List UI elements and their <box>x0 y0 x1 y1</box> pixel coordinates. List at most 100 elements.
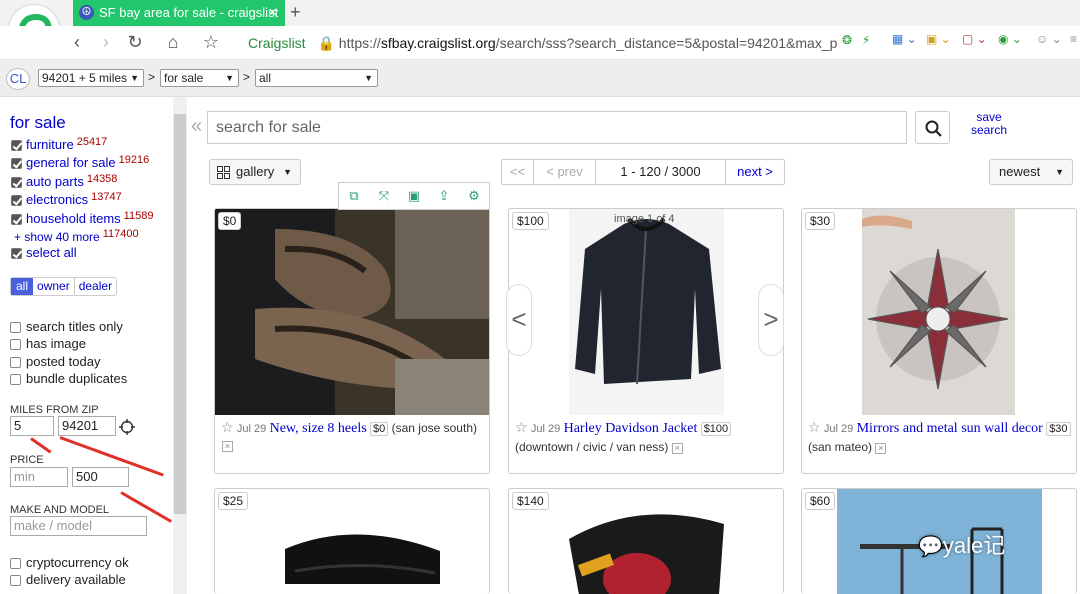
save-image-icon[interactable]: ▣ <box>406 188 422 204</box>
next-image-button[interactable]: > <box>758 284 784 356</box>
checkbox[interactable] <box>10 374 21 386</box>
option-delivery[interactable]: delivery available <box>10 572 126 587</box>
share-icon[interactable]: ⇪ <box>436 188 452 204</box>
expand-icon[interactable]: ⤧ <box>376 188 392 204</box>
hide-listing-icon[interactable]: × <box>875 443 887 454</box>
collapse-sidebar-icon[interactable]: « <box>191 115 202 138</box>
option-crypto[interactable]: cryptocurrency ok <box>10 555 129 570</box>
search-input[interactable]: search for sale <box>207 111 907 144</box>
show-more-link[interactable]: + show 40 more 117400 <box>14 228 139 244</box>
extension-icon[interactable]: ❂ <box>842 33 852 47</box>
home-icon[interactable]: ⌂ <box>162 32 184 53</box>
prev-page-button[interactable]: < prev <box>534 160 596 184</box>
listing-title[interactable]: Harley Davidson Jacket <box>564 421 698 436</box>
translate-icon[interactable]: ▢ ⌄ <box>962 32 987 46</box>
copy-icon[interactable]: ⧉ <box>346 188 362 204</box>
category-household[interactable]: household items 11589 <box>11 210 153 226</box>
next-page-button[interactable]: next > <box>726 160 784 184</box>
extension-icon[interactable]: ▣ ⌄ <box>926 32 951 46</box>
checkbox-checked[interactable] <box>11 177 22 189</box>
subcategory-select[interactable]: all ▼ <box>255 69 378 87</box>
checkbox-checked[interactable] <box>11 248 22 260</box>
checkbox[interactable] <box>10 357 21 369</box>
option-search-titles[interactable]: search titles only <box>10 319 123 334</box>
settings-gear-icon[interactable]: ⚙ <box>466 188 482 204</box>
shield-icon[interactable]: ◉ ⌄ <box>998 32 1022 46</box>
option-posted-today[interactable]: posted today <box>10 354 100 369</box>
hide-listing-icon[interactable]: × <box>222 441 233 452</box>
checkbox[interactable] <box>10 339 21 351</box>
category-auto-parts[interactable]: auto parts 14358 <box>11 173 117 189</box>
sidebar-heading[interactable]: for sale <box>10 113 66 133</box>
emoji-icon[interactable]: ☺ ⌄ <box>1036 32 1062 46</box>
listing-title[interactable]: New, size 8 heels <box>270 421 367 436</box>
prev-image-button[interactable]: < <box>506 284 532 356</box>
listing-card[interactable]: $25 <box>214 488 490 594</box>
miles-input[interactable]: 5 <box>10 416 54 436</box>
option-bundle-duplicates[interactable]: bundle duplicates <box>10 371 127 386</box>
seller-tab-owner[interactable]: owner <box>33 278 75 295</box>
cl-home-button[interactable]: CL <box>6 68 30 90</box>
seller-tab-all[interactable]: all <box>11 278 34 295</box>
save-search-link[interactable]: save search <box>965 111 1013 137</box>
option-has-image[interactable]: has image <box>10 336 86 351</box>
hide-listing-icon[interactable]: × <box>671 443 683 454</box>
listing-card[interactable]: $100 image 1 of 4 ☆ Jul 29 Harley Davids… <box>508 208 784 474</box>
search-button[interactable] <box>915 111 950 144</box>
checkbox[interactable] <box>10 575 21 587</box>
listing-image-jacket[interactable] <box>509 209 784 415</box>
checkbox-checked[interactable] <box>11 195 22 207</box>
listing-card[interactable]: $140 <box>508 488 784 594</box>
forward-icon[interactable]: › <box>95 32 117 53</box>
category-label[interactable]: auto parts <box>26 174 84 189</box>
first-page-button[interactable]: << <box>502 160 534 184</box>
checkbox-checked[interactable] <box>11 214 22 226</box>
close-tab-icon[interactable]: × <box>268 0 277 26</box>
address-bar[interactable]: Craigslist 🔒 https://sfbay.craigslist.or… <box>248 30 838 56</box>
favorite-star-icon[interactable]: ☆ <box>808 419 821 435</box>
category-electronics[interactable]: electronics 13747 <box>11 191 122 207</box>
area-select[interactable]: 94201 + 5 miles ▼ <box>38 69 144 87</box>
select-all[interactable]: select all <box>11 245 77 260</box>
checkbox[interactable] <box>10 558 21 570</box>
listing-location: (downtown / civic / van ness) <box>515 440 669 454</box>
listing-title[interactable]: Mirrors and metal sun wall decor <box>857 421 1043 436</box>
view-mode-select[interactable]: gallery ▼ <box>209 159 301 185</box>
zip-input[interactable]: 94201 <box>58 416 116 436</box>
price-max-input[interactable]: 500 <box>72 467 129 487</box>
crosshair-icon[interactable] <box>119 419 135 435</box>
sort-select[interactable]: newest ▼ <box>989 159 1073 185</box>
browser-tab-active[interactable]: ☮ SF bay area for sale - craigslist × <box>73 0 285 26</box>
listing-image-hat[interactable] <box>215 489 490 594</box>
make-model-input[interactable]: make / model <box>10 516 147 536</box>
listing-image-heels[interactable] <box>215 209 490 415</box>
seller-tab-dealer[interactable]: dealer <box>75 278 116 295</box>
back-icon[interactable]: ‹ <box>66 32 88 53</box>
sidebar-scrollbar-thumb[interactable] <box>174 114 186 514</box>
lightning-icon[interactable]: ⚡ <box>862 33 870 47</box>
category-label[interactable]: general for sale <box>26 155 116 170</box>
checkbox[interactable] <box>10 322 21 334</box>
apps-icon[interactable]: ▦ ⌄ <box>892 32 917 46</box>
listing-image-air-intake[interactable] <box>509 489 784 594</box>
listing-card[interactable]: $30 ☆ Jul 29 Mirrors and metal sun wall … <box>801 208 1077 474</box>
menu-icon[interactable]: ≡ <box>1070 32 1077 46</box>
listing-image-mirror[interactable] <box>802 209 1077 415</box>
favorite-star-icon[interactable]: ☆ <box>221 419 234 435</box>
bookmark-star-icon[interactable]: ☆ <box>200 32 222 53</box>
category-general[interactable]: general for sale 19216 <box>11 154 149 170</box>
category-select[interactable]: for sale ▼ <box>160 69 239 87</box>
checkbox-checked[interactable] <box>11 158 22 170</box>
category-label[interactable]: electronics <box>26 192 88 207</box>
category-label[interactable]: furniture <box>26 137 74 152</box>
show-more-label[interactable]: + show 40 more <box>14 230 100 244</box>
select-all-label[interactable]: select all <box>26 245 77 260</box>
reload-icon[interactable]: ↻ <box>124 32 146 53</box>
price-min-input[interactable]: min <box>10 467 68 487</box>
listing-card[interactable]: $0 ☆ Jul 29 New, size 8 heels $0 (san jo… <box>214 208 490 474</box>
favorite-star-icon[interactable]: ☆ <box>515 419 528 435</box>
category-furniture[interactable]: furniture 25417 <box>11 136 107 152</box>
checkbox-checked[interactable] <box>11 140 22 152</box>
category-label[interactable]: household items <box>26 211 121 226</box>
new-tab-button[interactable]: + <box>290 2 301 23</box>
